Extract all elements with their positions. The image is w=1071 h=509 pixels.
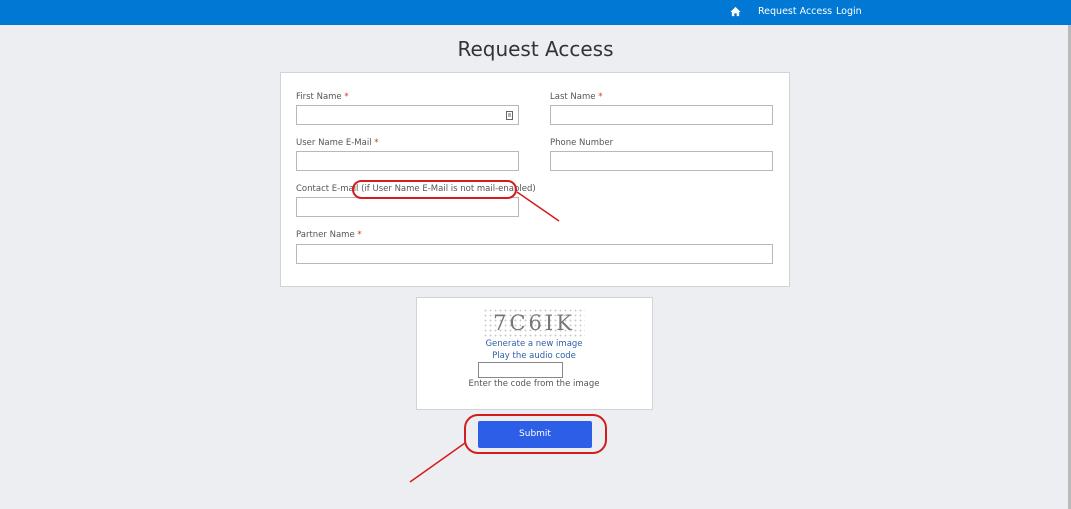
annotation-line-contact: [516, 191, 560, 222]
annotation-line-submit: [409, 442, 466, 483]
annotation-arrows: [409, 191, 560, 483]
